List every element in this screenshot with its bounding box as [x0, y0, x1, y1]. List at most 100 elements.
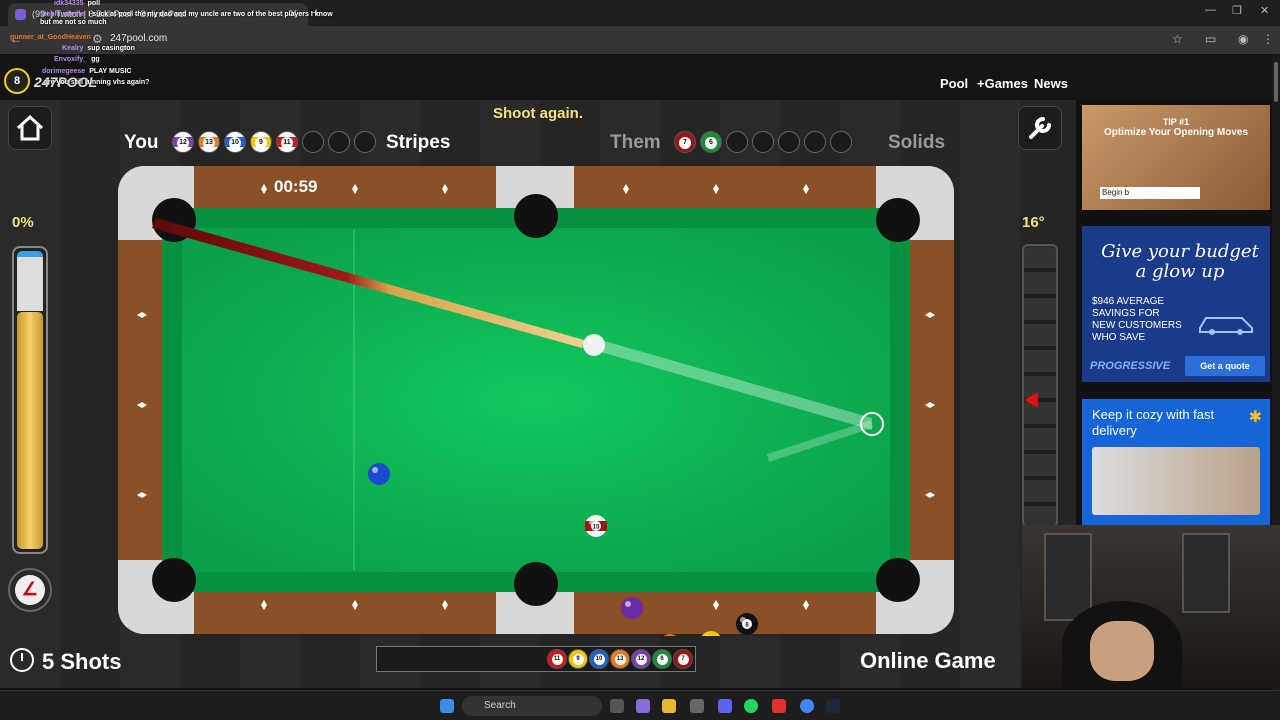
game-area: Shoot again. You 12 13 10 9 11 Stripes Them …	[0, 100, 1076, 688]
webcam-overlay	[1022, 525, 1280, 691]
ball-5	[663, 634, 677, 636]
power-fill	[17, 312, 43, 549]
pocketed-ball: 12	[631, 649, 651, 669]
chat-message: dorimegeese PLAY MUSIC	[42, 68, 132, 75]
ad-brand: PROGRESSIVE	[1090, 360, 1171, 372]
them-rack-ball	[752, 131, 774, 153]
power-slider-handle[interactable]	[17, 251, 43, 311]
ball-number: 15	[593, 525, 600, 531]
them-rack-ball	[778, 131, 800, 153]
nav-news[interactable]: News	[1034, 76, 1068, 91]
spotify-icon[interactable]	[744, 699, 758, 713]
pool-table[interactable]: 15814 00:59	[116, 164, 956, 636]
ad-progressive[interactable]: Give your budget a glow up $946 AVERAGE …	[1082, 226, 1270, 382]
taskbar-search[interactable]: Search	[462, 696, 602, 716]
ad-headline: Give your budget a glow up	[1101, 241, 1259, 282]
angle-icon: ∠	[15, 575, 45, 605]
scrollbar-thumb[interactable]	[1274, 62, 1278, 102]
angle-button[interactable]: ∠	[8, 568, 52, 612]
chrome-icon[interactable]	[800, 699, 814, 713]
pocketed-balls-tray: 11 9 10 13 12 6 7	[376, 646, 696, 672]
pocketed-ball: 9	[568, 649, 588, 669]
you-rack-ball	[328, 131, 350, 153]
minimize-icon[interactable]: —	[1205, 4, 1216, 16]
close-window-icon[interactable]: ✕	[1260, 4, 1269, 17]
ad-tip-title: Optimize Your Opening Moves	[1103, 127, 1249, 138]
bookmark-star-icon[interactable]: ☆	[1172, 32, 1183, 46]
nav-games[interactable]: +Games	[977, 76, 1028, 91]
file-explorer-icon[interactable]	[662, 699, 676, 713]
you-rack-ball	[302, 131, 324, 153]
them-rack-ball: 6	[700, 131, 722, 153]
home-button[interactable]	[8, 106, 52, 150]
discord-icon[interactable]	[718, 699, 732, 713]
ad-tip-label: TIP #1	[1162, 117, 1190, 127]
you-rack-ball: 9	[250, 131, 272, 153]
spin-marker[interactable]	[1024, 392, 1038, 408]
screen: (99+) Twitch | 8 Ball Pool - Online Pool…	[0, 0, 1280, 720]
car-icon	[1199, 317, 1253, 335]
pocketed-ball: 6	[652, 649, 672, 669]
face	[1090, 621, 1154, 681]
you-group: Stripes	[386, 132, 451, 153]
ball-2	[368, 463, 390, 485]
settings-button[interactable]	[1018, 106, 1062, 150]
rail-bottom-left	[194, 590, 496, 634]
ball-8: 8	[736, 613, 758, 635]
url-field[interactable]: 247pool.com	[110, 33, 167, 44]
logo-badge[interactable]: 8	[4, 68, 30, 94]
chat-message: Envoxify_ gg	[54, 56, 100, 63]
ad-headline: Keep it cozy with fast delivery	[1092, 407, 1215, 438]
them-rack-ball	[830, 131, 852, 153]
them-label: Them	[610, 132, 661, 153]
steam-icon[interactable]	[826, 699, 840, 713]
spin-slider[interactable]	[1022, 244, 1058, 528]
shots-remaining: 5 Shots	[10, 648, 121, 675]
app-icon[interactable]	[772, 699, 786, 713]
address-bar: ← ⚙ 247pool.com ☆ ▭ ◉ ⋮	[0, 26, 1280, 54]
power-slider[interactable]	[12, 246, 48, 554]
game-status: Shoot again.	[493, 105, 583, 122]
spin-angle: 16°	[1022, 214, 1045, 231]
rail-top-left	[194, 166, 496, 210]
os-taskbar: Search	[0, 690, 1280, 720]
window-frame	[1044, 533, 1092, 621]
store-icon[interactable]	[690, 699, 704, 713]
ad-input[interactable]: Begin b	[1100, 187, 1200, 199]
profile-icon[interactable]: ◉	[1238, 32, 1248, 46]
copilot-icon[interactable]	[636, 699, 650, 713]
pocketed-ball: 11	[547, 649, 567, 669]
them-rack-ball	[726, 131, 748, 153]
chat-message: idk34335 poll	[54, 0, 101, 7]
chat-message: Kealry sup casington	[62, 45, 135, 52]
wrench-icon	[1029, 117, 1051, 139]
pocketed-ball: 13	[610, 649, 630, 669]
them-group: Solids	[888, 132, 946, 153]
power-percent: 0%	[12, 214, 34, 231]
rail-top-right	[574, 166, 876, 210]
you-rack-ball: 12	[172, 131, 194, 153]
maximize-icon[interactable]: ❐	[1232, 4, 1242, 17]
cue-ball[interactable]	[583, 334, 605, 356]
ad-walmart[interactable]: Keep it cozy with fast delivery ✱	[1082, 399, 1270, 525]
menu-dots-icon[interactable]: ⋮	[1262, 32, 1274, 46]
chat-message: gunner_at_GoodHeaven	[10, 34, 91, 41]
start-icon[interactable]	[440, 699, 454, 713]
ad-body: $946 AVERAGE SAVINGS FOR NEW CUSTOMERS W…	[1092, 296, 1182, 343]
nav-pool[interactable]: Pool	[940, 76, 968, 91]
you-label: You	[124, 132, 159, 153]
game-mode: Online Game	[860, 648, 996, 673]
ball-15: 15	[585, 515, 607, 537]
get-quote-button[interactable]: Get a quote	[1185, 356, 1265, 376]
you-rack-ball: 11	[276, 131, 298, 153]
them-rack-ball	[804, 131, 826, 153]
site-header: 8 247POOL Pool +Games News	[0, 54, 1272, 100]
ad-chess-tip[interactable]: TIP #1 Optimize Your Opening Moves Begin…	[1082, 105, 1270, 210]
task-view-icon[interactable]	[610, 699, 624, 713]
sidebar-icon[interactable]: ▭	[1205, 32, 1216, 46]
shot-timer: 00:59	[274, 177, 317, 196]
rail-right	[908, 240, 954, 560]
rail-left	[118, 240, 164, 560]
pocket-bottom-left	[152, 558, 196, 602]
them-rack-ball: 7	[674, 131, 696, 153]
